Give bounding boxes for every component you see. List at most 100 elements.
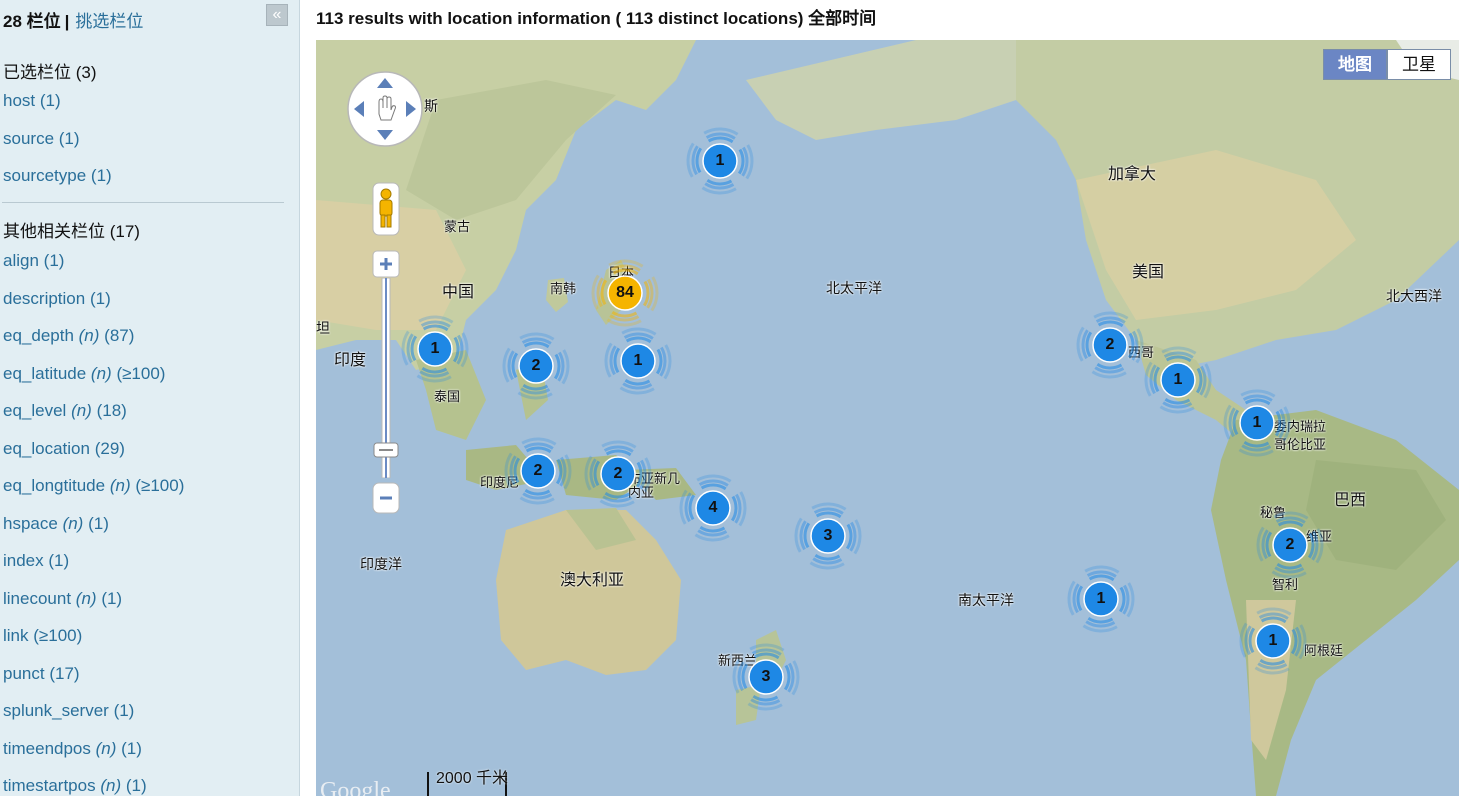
field-count: (1): [39, 91, 61, 110]
cluster-marker-philippines[interactable]: 2: [501, 331, 571, 401]
other-fields-title: 其他相关栏位 (17): [3, 222, 140, 241]
field-count: (1): [113, 701, 135, 720]
cluster-count: 1: [1252, 414, 1262, 431]
field-name: source: [3, 128, 55, 148]
field-item-linecount[interactable]: linecount (n) (1): [3, 589, 122, 609]
field-item-punct[interactable]: punct (17): [3, 664, 80, 684]
results-summary: 113 results with location information ( …: [316, 9, 877, 28]
field-item-timestartpos[interactable]: timestartpos (n) (1): [3, 776, 147, 796]
cluster-marker-east-pacific[interactable]: 1: [1066, 564, 1136, 634]
cluster-marker-papua[interactable]: 2: [583, 439, 653, 509]
map-type-map-button[interactable]: 地图: [1323, 49, 1387, 80]
cluster-count: 84: [616, 284, 634, 301]
map-type-satellite-button[interactable]: 卫星: [1387, 49, 1451, 80]
field-item-splunk-server[interactable]: splunk_server (1): [3, 701, 134, 721]
pick-fields-link[interactable]: 挑选栏位: [75, 12, 143, 31]
field-item-eq-depth[interactable]: eq_depth (n) (87): [3, 326, 134, 346]
field-name: splunk_server: [3, 701, 109, 720]
field-item-source[interactable]: source (1): [3, 129, 80, 149]
map-view[interactable]: 斯 蒙古 中国 南韩 日本 坦 印度 泰国 印度尼 布亚新几内亚 印度洋 澳大利…: [316, 40, 1459, 796]
field-name: punct: [3, 663, 45, 683]
field-item-index[interactable]: index (1): [3, 551, 69, 571]
field-modifier: (n): [71, 401, 92, 420]
field-modifier: (n): [95, 738, 117, 758]
field-name: linecount: [3, 588, 72, 608]
pan-control-icon[interactable]: [346, 70, 424, 148]
cluster-marker-mexico[interactable]: 2: [1075, 310, 1145, 380]
map-label-canada: 加拿大: [1108, 166, 1157, 183]
field-sidebar: 28 栏位 | 挑选栏位 « 已选栏位 (3) host (1) source (1)…: [0, 0, 300, 796]
cluster-count: 2: [613, 465, 623, 482]
google-logo: Google: [320, 778, 391, 796]
map-label-south-korea: 南韩: [550, 281, 577, 296]
cluster-marker-myanmar[interactable]: 1: [400, 314, 470, 384]
field-count: (1): [58, 128, 80, 148]
field-item-link[interactable]: link (≥100): [3, 626, 82, 646]
field-count: (29): [94, 438, 125, 458]
field-name: hspace: [3, 513, 58, 533]
cluster-marker-colombia[interactable]: 1: [1222, 388, 1292, 458]
field-item-align[interactable]: align (1): [3, 251, 64, 271]
field-count: (1): [101, 588, 123, 608]
field-modifier: (n): [100, 776, 122, 795]
field-item-eq-latitude[interactable]: eq_latitude (n) (≥100): [3, 364, 165, 384]
field-count: (17): [49, 663, 80, 683]
field-name: timeendpos: [3, 738, 91, 758]
field-count: (1): [88, 513, 109, 533]
cluster-count: 1: [633, 352, 643, 369]
cluster-count: 1: [1096, 590, 1106, 607]
field-name: eq_depth: [3, 326, 74, 345]
cluster-marker-sumatra[interactable]: 2: [503, 436, 573, 506]
map-label-thailand: 泰国: [434, 389, 461, 404]
field-count: (1): [43, 251, 65, 270]
field-count: (1): [89, 288, 111, 308]
field-item-sourcetype[interactable]: sourcetype (1): [3, 166, 112, 186]
map-label-india: 印度: [334, 352, 367, 369]
field-name: timestartpos: [3, 776, 96, 795]
field-name: link: [3, 626, 29, 645]
map-label-usa: 美国: [1132, 264, 1165, 281]
zoom-slider-thumb[interactable]: [372, 442, 400, 458]
field-count: (≥100): [135, 476, 185, 495]
street-view-pegman-icon[interactable]: [372, 182, 400, 236]
cluster-count: 1: [430, 340, 440, 357]
field-count: (≥100): [33, 626, 83, 645]
cluster-count: 3: [823, 527, 833, 544]
cluster-count: 1: [1268, 632, 1278, 649]
field-name: eq_location: [3, 438, 90, 458]
cluster-marker-solomon[interactable]: 4: [678, 473, 748, 543]
field-name: eq_latitude: [3, 363, 87, 383]
field-item-hspace[interactable]: hspace (n) (1): [3, 514, 109, 534]
field-name: align: [3, 251, 39, 270]
cluster-marker-new-zealand[interactable]: 3: [731, 642, 801, 712]
field-item-eq-location[interactable]: eq_location (29): [3, 439, 125, 459]
collapse-sidebar-icon[interactable]: «: [266, 4, 288, 26]
field-modifier: (n): [90, 363, 112, 383]
field-name: index: [3, 551, 44, 570]
field-item-eq-longtitude[interactable]: eq_longtitude (n) (≥100): [3, 476, 184, 496]
map-label-pakistan: 坦: [316, 320, 330, 336]
cluster-marker-bolivia[interactable]: 2: [1255, 510, 1325, 580]
field-name: sourcetype: [3, 166, 87, 185]
cluster-marker-fiji[interactable]: 3: [793, 501, 863, 571]
field-modifier: (n): [109, 476, 131, 495]
field-name: description: [3, 288, 86, 308]
field-item-timeendpos[interactable]: timeendpos (n) (1): [3, 739, 142, 759]
map-label-south-pacific: 南太平洋: [958, 592, 1014, 608]
zoom-out-icon[interactable]: [372, 482, 400, 514]
cluster-marker-japan[interactable]: 84: [590, 258, 660, 328]
zoom-in-icon[interactable]: [372, 250, 400, 278]
cluster-marker-marianas[interactable]: 1: [603, 326, 673, 396]
field-item-description[interactable]: description (1): [3, 289, 111, 309]
cluster-marker-argentina[interactable]: 1: [1238, 606, 1308, 676]
cluster-marker-kamchatka[interactable]: 1: [685, 126, 755, 196]
selected-fields-title: 已选栏位 (3): [3, 63, 97, 82]
field-item-host[interactable]: host (1): [3, 91, 61, 111]
field-count: (1): [48, 551, 70, 570]
field-item-eq-level[interactable]: eq_level (n) (18): [3, 401, 127, 421]
field-name: host: [3, 91, 36, 110]
cluster-count: 1: [1173, 371, 1183, 388]
field-name: eq_longtitude: [3, 476, 106, 495]
cluster-marker-central-america[interactable]: 1: [1143, 345, 1213, 415]
header-separator: |: [64, 12, 70, 31]
